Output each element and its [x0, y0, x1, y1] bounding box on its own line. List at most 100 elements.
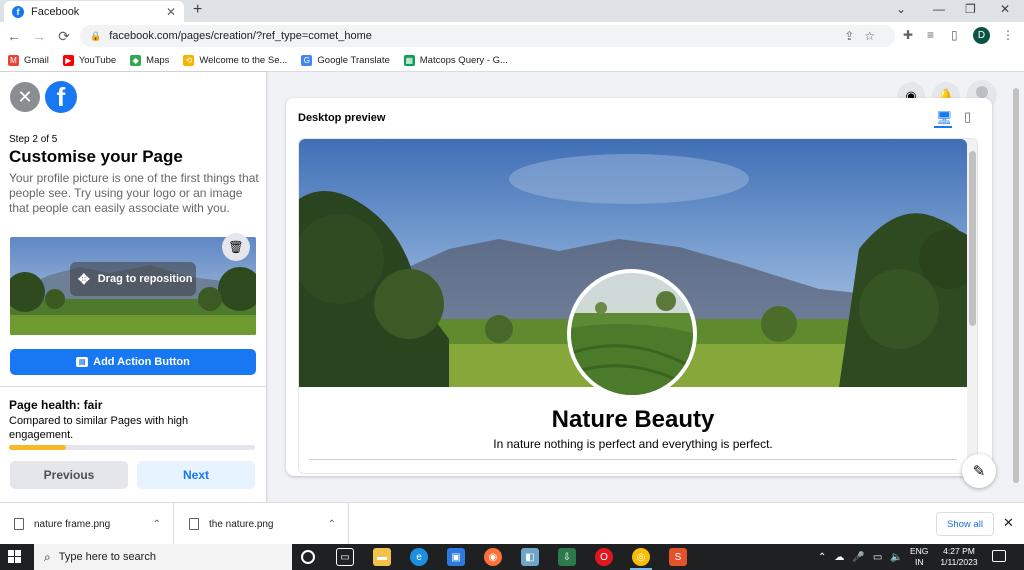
download-item[interactable]: nature frame.png ⌃ — [0, 503, 174, 545]
page-scrollbar-thumb[interactable] — [1013, 88, 1019, 483]
show-all-button[interactable]: Show all — [936, 512, 994, 536]
file-explorer-icon[interactable]: ▬ — [373, 548, 391, 566]
bookmark-icon: ⟲ — [183, 55, 195, 66]
next-button[interactable]: Next — [137, 461, 255, 489]
page-content: ✕ f Step 2 of 5 Customise your Page Your… — [0, 72, 1024, 502]
edit-icon[interactable]: ✎ — [962, 454, 996, 488]
clock[interactable]: 4:27 PM 1/11/2023 — [935, 546, 983, 568]
store-icon[interactable]: ▣ — [447, 548, 465, 566]
download-filename: the nature.png — [209, 518, 274, 530]
lock-icon[interactable]: 🔒 — [90, 31, 101, 42]
divider — [0, 386, 266, 387]
tab-title: Facebook — [31, 5, 80, 18]
downloads-bar: nature frame.png ⌃ the nature.png ⌃ Show… — [0, 502, 1024, 545]
bookmark-item[interactable]: ▶ YouTube — [62, 55, 116, 66]
opera-icon[interactable]: O — [595, 548, 613, 566]
reading-list-icon[interactable]: ≡ — [927, 28, 934, 42]
taskbar-search[interactable]: ⌕ Type here to search — [34, 544, 292, 570]
microphone-icon[interactable]: 🎤 — [852, 552, 864, 563]
page-preview-frame: Nature Beauty In nature nothing is perfe… — [298, 138, 978, 474]
page-bio: In nature nothing is perfect and everyth… — [493, 437, 773, 451]
minimize-icon[interactable]: — — [933, 2, 945, 16]
tab-search-icon[interactable]: ⌄ — [896, 2, 906, 16]
download-item[interactable]: the nature.png ⌃ — [175, 503, 349, 545]
bookmark-icon: ▶ — [62, 55, 74, 66]
bookmark-item[interactable]: ◆ Maps — [130, 55, 169, 66]
page-name: Nature Beauty — [551, 406, 715, 433]
notification-icon[interactable] — [992, 550, 1006, 562]
bookmark-item[interactable]: M Gmail — [8, 55, 49, 66]
url-text[interactable]: facebook.com/pages/creation/?ref_type=co… — [109, 30, 372, 42]
installer-icon[interactable]: ⇩ — [558, 548, 576, 566]
language-indicator[interactable]: ENG IN — [910, 546, 928, 568]
side-panel-icon[interactable]: ▯ — [951, 28, 958, 42]
divider — [309, 459, 957, 460]
system-tray[interactable]: ⌃ ☁ 🎤 ▭ 🔈 — [818, 544, 903, 570]
clock-time: 4:27 PM — [943, 546, 975, 556]
reload-icon[interactable]: ⟳ — [53, 28, 75, 45]
forward-icon[interactable]: → — [28, 28, 50, 44]
trash-icon[interactable]: 🗑 — [222, 233, 250, 261]
preview-scrollbar[interactable] — [967, 139, 977, 473]
page-title: Customise your Page — [9, 147, 183, 166]
cloud-icon[interactable]: ☁ — [834, 552, 844, 563]
edge-icon[interactable]: e — [410, 548, 428, 566]
restore-icon[interactable]: ❐ — [965, 2, 976, 16]
firefox-icon[interactable]: ◉ — [484, 548, 502, 566]
back-icon[interactable]: ← — [3, 28, 25, 44]
app-icon[interactable]: S — [669, 548, 687, 566]
customise-sidebar: ✕ f Step 2 of 5 Customise your Page Your… — [0, 72, 266, 502]
chevron-up-icon[interactable]: ⌃ — [328, 519, 336, 530]
page-health-description: Compared to similar Pages with high enga… — [9, 415, 189, 441]
move-icon: ✥ — [78, 270, 90, 287]
browser-tab[interactable]: f Facebook ✕ — [4, 1, 184, 22]
chevron-up-icon[interactable]: ⌃ — [818, 552, 826, 563]
app-icon[interactable]: ◧ — [521, 548, 539, 566]
bookmark-icon: ◆ — [130, 55, 142, 66]
profile-picture — [567, 269, 697, 399]
tab-close-icon[interactable]: ✕ — [166, 5, 176, 19]
close-icon[interactable]: ✕ — [10, 82, 40, 112]
network-icon[interactable]: ▭ — [873, 552, 882, 563]
preview-scrollbar-thumb[interactable] — [969, 151, 976, 326]
action-button-icon: ▤ — [76, 357, 89, 367]
volume-icon[interactable]: 🔈 — [890, 552, 902, 563]
bookmark-label: Welcome to the Se... — [199, 55, 288, 66]
browser-toolbar: ← → ⟳ 🔒 facebook.com/pages/creation/?ref… — [0, 22, 1024, 50]
page-scrollbar[interactable] — [1012, 84, 1020, 488]
bookmark-label: Matcops Query - G... — [419, 55, 508, 66]
new-tab-icon[interactable]: + — [193, 1, 202, 19]
bookmark-item[interactable]: ▦ Matcops Query - G... — [403, 55, 508, 66]
facebook-logo-icon[interactable]: f — [45, 81, 77, 113]
windows-start-icon[interactable] — [8, 550, 22, 564]
bookmark-item[interactable]: ⟲ Welcome to the Se... — [183, 55, 287, 66]
drag-to-reposition-hint[interactable]: ✥ Drag to reposition — [70, 262, 196, 296]
taskbar-search-placeholder: Type here to search — [58, 551, 156, 563]
region-code: IN — [914, 557, 924, 567]
mobile-view-icon[interactable]: ▯ — [964, 109, 971, 125]
window-close-icon[interactable]: ✕ — [1000, 2, 1010, 16]
clock-date: 1/11/2023 — [940, 557, 978, 567]
bookmark-label: Gmail — [24, 55, 49, 66]
close-icon[interactable]: ✕ — [1003, 515, 1014, 531]
share-star-icons[interactable]: ⇪☆ — [844, 29, 885, 43]
file-icon — [14, 518, 24, 530]
drag-hint-label: Drag to reposition — [97, 273, 193, 285]
cortana-icon[interactable] — [301, 550, 315, 564]
chevron-up-icon[interactable]: ⌃ — [153, 519, 161, 530]
download-filename: nature frame.png — [34, 518, 111, 530]
desktop-view-icon[interactable]: 🖥 — [936, 110, 953, 126]
chrome-icon[interactable]: ◎ — [632, 548, 650, 566]
bookmark-item[interactable]: G Google Translate — [301, 55, 390, 66]
bookmark-icon: ▦ — [403, 55, 415, 66]
add-action-button[interactable]: ▤ Add Action Button — [10, 349, 256, 375]
previous-button[interactable]: Previous — [10, 461, 128, 489]
profile-avatar[interactable]: D — [973, 27, 990, 44]
search-icon: ⌕ — [44, 549, 51, 564]
task-view-icon[interactable]: ▭ — [336, 548, 354, 566]
menu-icon[interactable]: ⋮ — [1002, 28, 1014, 42]
desktop-preview-card: Desktop preview 🖥 ▯ Nature Beauty In nat… — [286, 98, 992, 476]
address-bar[interactable]: 🔒 facebook.com/pages/creation/?ref_type=… — [80, 25, 895, 47]
extensions-icon[interactable]: ✚ — [903, 28, 913, 42]
bookmark-label: Maps — [146, 55, 170, 66]
